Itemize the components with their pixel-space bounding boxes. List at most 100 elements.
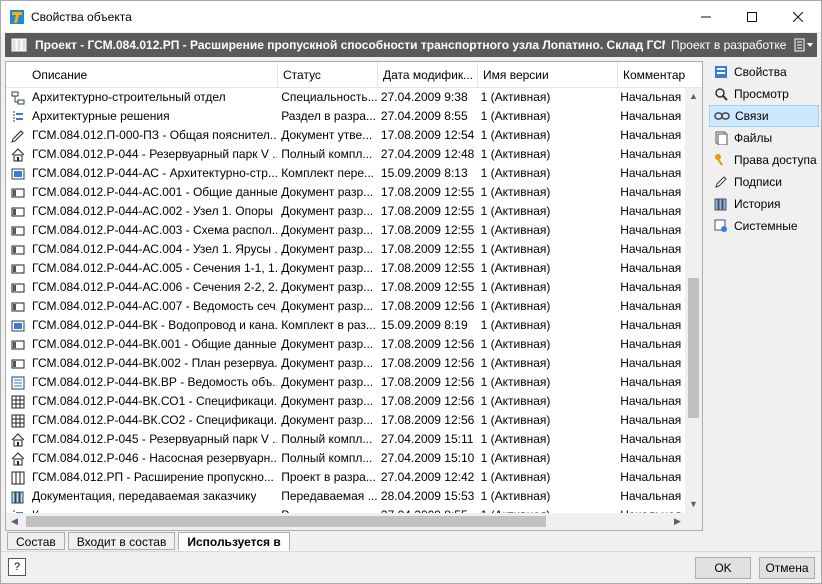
row-comment: Начальная: [620, 299, 682, 313]
cell-description: ГСМ.084.012.Р-044-АС - Архитектурно-стр.…: [6, 164, 277, 183]
ok-button[interactable]: OK: [695, 557, 751, 579]
table-row[interactable]: ГСМ.084.012.Р-044-АС.003 - Схема распол.…: [6, 221, 686, 240]
object-properties-window: Свойства объекта Проект - ГСМ.084.012.РП…: [0, 0, 822, 584]
table-row[interactable]: ГСМ.084.012.Р-046 - Насосная резервуарн.…: [6, 449, 686, 468]
table-row[interactable]: Документация, передаваемая заказчику Пере…: [6, 487, 686, 506]
row-status: Комплект в раз...: [281, 318, 376, 332]
row-version: 1 (Активная): [480, 185, 551, 199]
sidebar-item-signatures[interactable]: Подписи: [709, 171, 819, 193]
row-comment: Начальная: [620, 185, 682, 199]
row-comment: Начальная: [620, 242, 682, 256]
close-button[interactable]: [775, 1, 821, 32]
row-date: 17.08.2009 12:56: [380, 413, 475, 427]
tab-part-of[interactable]: Входит в состав: [67, 532, 176, 550]
cancel-button[interactable]: Отмена: [759, 557, 815, 579]
table-row[interactable]: ГСМ.084.012.Р-044-АС - Архитектурно-стр.…: [6, 164, 686, 183]
row-version: 1 (Активная): [480, 337, 551, 351]
sheet-icon: [10, 337, 26, 353]
table-row[interactable]: ГСМ.084.012.Р-044-АС.005 - Сечения 1-1, …: [6, 259, 686, 278]
row-description: ГСМ.084.012.Р-044-ВК - Водопровод и кана…: [32, 318, 278, 332]
sidebar-item-label: Связи: [735, 109, 769, 123]
table-body: Архитектурно-строительный отдел Специальн…: [6, 88, 686, 513]
row-description: ГСМ.084.012.Р-046 - Насосная резервуарн.…: [32, 451, 278, 465]
column-version-name[interactable]: Имя версии: [478, 62, 618, 88]
row-date: 27.04.2009 8:55: [377, 506, 477, 513]
row-comment: Начальная: [620, 413, 682, 427]
cell-description: ГСМ.084.012.Р-044-АС.007 - Ведомость сеч…: [6, 297, 277, 316]
row-description: ГСМ.084.012.Р-044-АС.005 - Сечения 1-1, …: [32, 261, 278, 275]
row-date: 27.04.2009 12:42: [380, 470, 475, 484]
row-status: Документ разр...: [281, 356, 374, 370]
row-description: ГСМ.084.012.Р-044-АС - Архитектурно-стр.…: [32, 166, 278, 180]
app-logo-icon: [9, 9, 25, 25]
sidebar-item-system[interactable]: Системные: [709, 215, 819, 237]
row-version: 1 (Активная): [477, 506, 617, 513]
table-row[interactable]: ГСМ.084.012.Р-044-ВК - Водопровод и кана…: [6, 316, 686, 335]
header-menu-button[interactable]: [794, 38, 816, 52]
row-comment: Начальная: [620, 261, 682, 275]
maximize-button[interactable]: [729, 1, 775, 32]
help-button[interactable]: ?: [8, 558, 26, 576]
sidebar-item-label: Подписи: [734, 175, 782, 189]
table-row[interactable]: ГСМ.084.012.Р-044-ВК.СО2 - Спецификаци..…: [6, 411, 686, 430]
column-comment[interactable]: Комментар: [618, 62, 702, 88]
row-date: 27.04.2009 15:11: [380, 432, 474, 446]
side-navigation: Свойства Просмотр Связи Файлы Права дост…: [709, 61, 819, 237]
table-row[interactable]: ГСМ.084.012.Р-044-ВК.ВР - Ведомость объ.…: [6, 373, 686, 392]
table-row[interactable]: ГСМ.084.012.Р-045 - Резервуарный парк V …: [6, 430, 686, 449]
table-row[interactable]: ГСМ.084.012.РП - Расширение пропускно...…: [6, 468, 686, 487]
tab-composition[interactable]: Состав: [7, 532, 65, 550]
table-row[interactable]: ГСМ.084.012.Р-044-АС.004 - Узел 1. Ярусы…: [6, 240, 686, 259]
sidebar-item-properties[interactable]: Свойства: [709, 61, 819, 83]
row-date: 15.09.2009 8:19: [380, 318, 468, 332]
horizontal-scrollbar[interactable]: ◀ ▶: [6, 513, 686, 530]
sheet-icon: [10, 223, 26, 239]
table-row[interactable]: ГСМ.084.012.Р-044-АС.002 - Узел 1. Опоры…: [6, 202, 686, 221]
minimize-button[interactable]: [683, 1, 729, 32]
column-status[interactable]: Статус: [278, 62, 378, 88]
table-row[interactable]: Архитектурные решения Раздел в разра... 27…: [6, 107, 686, 126]
table-row[interactable]: ГСМ.084.012.Р-044 - Резервуарный парк V …: [6, 145, 686, 164]
row-status: Документ разр...: [281, 299, 374, 313]
house-icon: [10, 451, 26, 467]
horizontal-scroll-thumb[interactable]: [26, 516, 546, 527]
row-date: 17.08.2009 12:56: [380, 375, 475, 389]
table-row[interactable]: ГСМ.084.012.Р-044-АС.007 - Ведомость сеч…: [6, 297, 686, 316]
sidebar-item-preview[interactable]: Просмотр: [709, 83, 819, 105]
row-version: 1 (Активная): [480, 128, 551, 142]
row-description: ГСМ.084.012.Р-044-АС.004 - Узел 1. Ярусы…: [32, 242, 278, 256]
table-row[interactable]: К... Р...27.04.2009 8:551 (Активная)Начал…: [6, 506, 686, 513]
table-row[interactable]: ГСМ.084.012.Р-044-АС.006 - Сечения 2-2, …: [6, 278, 686, 297]
row-status: Документ разр...: [281, 261, 374, 275]
row-comment: Начальная: [620, 489, 682, 503]
row-date: 27.04.2009 8:55: [380, 109, 468, 123]
sidebar-item-history[interactable]: История: [709, 193, 819, 215]
sidebar-item-files[interactable]: Файлы: [709, 127, 819, 149]
vertical-scroll-thumb[interactable]: [688, 278, 699, 418]
column-description[interactable]: Описание: [6, 62, 278, 88]
table-row[interactable]: ГСМ.084.012.Р-044-ВК.001 - Общие данные Д…: [6, 335, 686, 354]
row-status: Полный компл...: [281, 451, 373, 465]
table-row[interactable]: ГСМ.084.012.П-000-ПЗ - Общая пояснител..…: [6, 126, 686, 145]
sidebar-item-access-rights[interactable]: Права доступа: [709, 149, 819, 171]
sidebar-item-label: Файлы: [734, 131, 773, 145]
table-row[interactable]: ГСМ.084.012.Р-044-ВК.002 - План резервуа…: [6, 354, 686, 373]
sidebar-item-links[interactable]: Связи: [709, 105, 819, 127]
scroll-down-arrow-icon[interactable]: ▼: [685, 496, 702, 513]
pen-icon: [713, 174, 729, 190]
scroll-up-arrow-icon[interactable]: ▲: [685, 88, 702, 105]
tab-used-in[interactable]: Используется в: [178, 532, 290, 551]
scroll-left-arrow-icon[interactable]: ◀: [6, 513, 23, 530]
row-status: Документ утве...: [281, 128, 373, 142]
vertical-scrollbar[interactable]: ▲ ▼: [685, 88, 702, 513]
system-icon: [713, 218, 729, 234]
table-row[interactable]: Архитектурно-строительный отдел Специальн…: [6, 88, 686, 107]
table-row[interactable]: ГСМ.084.012.Р-044-ВК.СО1 - Спецификаци..…: [6, 392, 686, 411]
column-date-modified[interactable]: Дата модифик...: [378, 62, 478, 88]
row-date: 17.08.2009 12:56: [380, 356, 475, 370]
table-row[interactable]: ГСМ.084.012.Р-044-АС.001 - Общие данные Д…: [6, 183, 686, 202]
sheet-icon: [10, 185, 26, 201]
scroll-right-arrow-icon[interactable]: ▶: [669, 513, 686, 530]
table-icon: [10, 394, 26, 410]
cell-description: Архитектурно-строительный отдел: [6, 88, 277, 107]
